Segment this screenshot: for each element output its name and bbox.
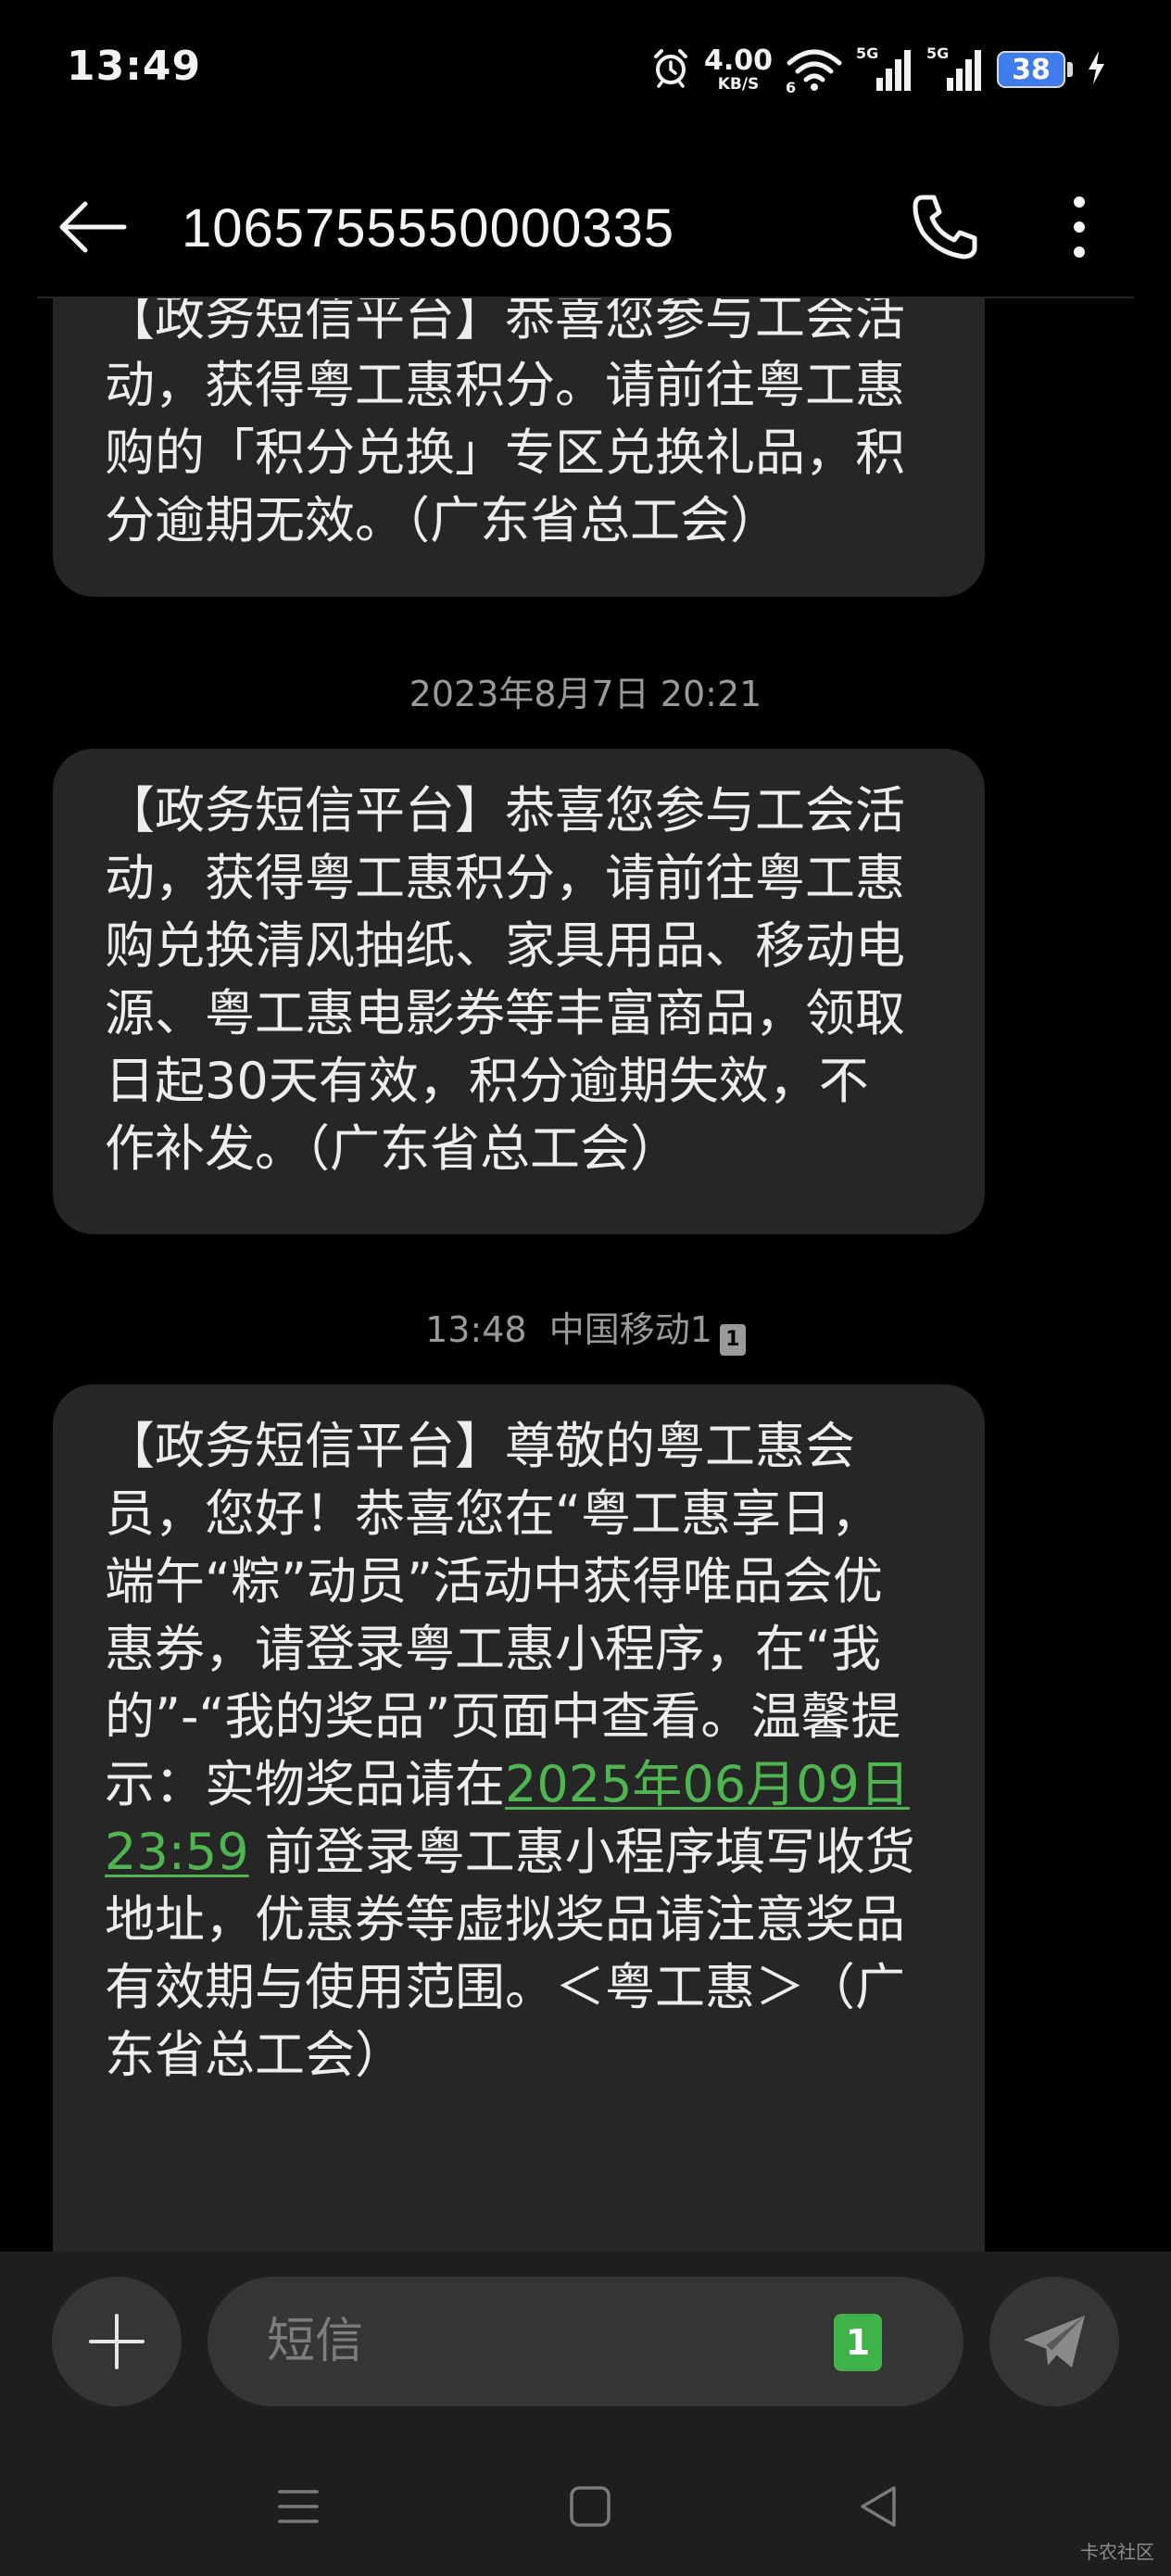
send-icon xyxy=(1024,2316,1085,2368)
back-button[interactable] xyxy=(46,181,139,273)
phone-icon xyxy=(913,195,977,259)
message-timestamp: 13:48 中国移动1 1 xyxy=(0,1307,1171,1356)
conversation-header: 1065755550000335 xyxy=(0,162,1171,297)
more-button[interactable] xyxy=(1038,181,1121,273)
message-line: 分逾期无效。（广东省总工会） xyxy=(105,491,780,549)
date-link[interactable]: 2025年06月09日 xyxy=(505,1755,910,1813)
plus-icon xyxy=(89,2314,145,2369)
message-line: 【政务短信平台】恭喜您参与工会活 xyxy=(105,781,905,840)
more-vert-icon xyxy=(1074,196,1085,258)
message-bubble[interactable]: 【政务短信平台】恭喜您参与工会活 动，获得粤工惠积分，请前往粤工惠 购兑换清风抽… xyxy=(53,749,985,1234)
date-link[interactable]: 23:59 xyxy=(105,1823,249,1881)
message-line: 作补发。（广东省总工会） xyxy=(105,1119,680,1178)
message-line: 23:59 前登录粤工惠小程序填写收货 xyxy=(105,1818,933,1886)
charging-icon xyxy=(1086,49,1106,90)
battery-icon: 38 xyxy=(997,51,1073,88)
menu-icon xyxy=(278,2490,319,2523)
message-line: 惠券，请登录粤工惠小程序，在“我 xyxy=(105,1620,881,1678)
message-line: 购兑换清风抽纸、家具用品、移动电 xyxy=(105,916,905,975)
message-line: 有效期与使用范围。＜粤工惠＞（广 xyxy=(105,1958,905,2016)
message-line: 的”-“我的奖品”页面中查看。温馨提 xyxy=(105,1687,901,1746)
timestamp-text: 13:48 中国移动1 xyxy=(425,1309,712,1350)
message-text: 前登录粤工惠小程序填写收货 xyxy=(248,1823,915,1881)
sim-select-button[interactable]: 1 xyxy=(834,2314,882,2371)
battery-tip xyxy=(1067,62,1073,77)
battery-level: 38 xyxy=(997,51,1065,88)
net-speed-unit: KB/S xyxy=(717,74,760,94)
system-nav-bar xyxy=(0,2437,1171,2576)
add-attachment-button[interactable] xyxy=(52,2277,182,2406)
alarm-icon xyxy=(650,47,691,92)
signal-icon: 5G xyxy=(856,44,913,93)
message-line: 购的「积分兑换」专区兑换礼品，积 xyxy=(105,423,905,482)
nav-home-button[interactable] xyxy=(535,2465,646,2548)
back-triangle-icon xyxy=(861,2486,896,2527)
message-line: 地址，优惠券等虚拟奖品请注意奖品 xyxy=(105,1890,905,1949)
composer-bar: 短信 1 xyxy=(0,2252,1171,2437)
message-line: 动，获得粤工惠积分。请前往粤工惠 xyxy=(105,356,905,414)
message-line: 员，您好！恭喜您在“粤工惠享日， xyxy=(105,1484,881,1543)
net-speed-value: 4.00 xyxy=(703,44,773,77)
signal-1-label: 5G xyxy=(856,44,879,62)
contact-number: 1065755550000335 xyxy=(182,198,675,259)
status-icons: 4.00 KB/S 6 5G 5G 38 xyxy=(650,37,1106,102)
send-button[interactable] xyxy=(989,2277,1119,2406)
message-list[interactable]: 【政务短信平台】恭喜您参与工会活 动，获得粤工惠积分。请前往粤工惠 购的「积分兑… xyxy=(0,298,1171,2252)
wifi-label: 6 xyxy=(786,79,797,96)
status-time: 13:49 xyxy=(67,43,202,90)
message-bubble[interactable]: 【政务短信平台】恭喜您参与工会活 动，获得粤工惠积分。请前往粤工惠 购的「积分兑… xyxy=(53,298,985,597)
back-arrow-icon xyxy=(59,201,127,253)
signal-2-label: 5G xyxy=(926,44,950,62)
message-timestamp: 2023年8月7日 20:21 xyxy=(409,674,762,714)
sim-card-badge: 1 xyxy=(719,1324,746,1356)
status-bar: 13:49 4.00 KB/S 6 5G 5G 38 xyxy=(0,0,1171,139)
message-line: 日起30天有效，积分逾期失效，不 xyxy=(105,1052,869,1110)
sms-input[interactable]: 短信 1 xyxy=(208,2277,963,2406)
message-line: 端午“粽”动员”活动中获得唯品会优 xyxy=(105,1552,883,1610)
message-line: 示：实物奖品请在2025年06月09日 xyxy=(105,1750,933,1818)
message-bubble[interactable]: 【政务短信平台】尊敬的粤工惠会 员，您好！恭喜您在“粤工惠享日， 端午“粽”动员… xyxy=(53,1384,985,2252)
message-text: 示：实物奖品请在 xyxy=(105,1755,505,1813)
call-button[interactable] xyxy=(899,181,991,273)
watermark: 卡农社区 xyxy=(1080,2541,1154,2563)
sms-input-placeholder: 短信 xyxy=(267,2314,364,2369)
message-line: 源、粤工惠电影券等丰富商品，领取 xyxy=(105,984,905,1042)
nav-back-button[interactable] xyxy=(823,2465,934,2548)
signal-icon: 5G xyxy=(926,44,984,93)
message-line: 动，获得粤工惠积分，请前往粤工惠 xyxy=(105,849,905,907)
home-icon xyxy=(570,2486,611,2527)
wifi-icon: 6 xyxy=(786,46,843,96)
message-line: 东省总工会） xyxy=(105,2026,405,2084)
message-line: 【政务短信平台】尊敬的粤工惠会 xyxy=(105,1417,855,1475)
nav-menu-button[interactable] xyxy=(243,2465,354,2548)
message-line: 【政务短信平台】恭喜您参与工会活 xyxy=(105,298,905,347)
net-speed: 4.00 KB/S xyxy=(703,44,773,94)
